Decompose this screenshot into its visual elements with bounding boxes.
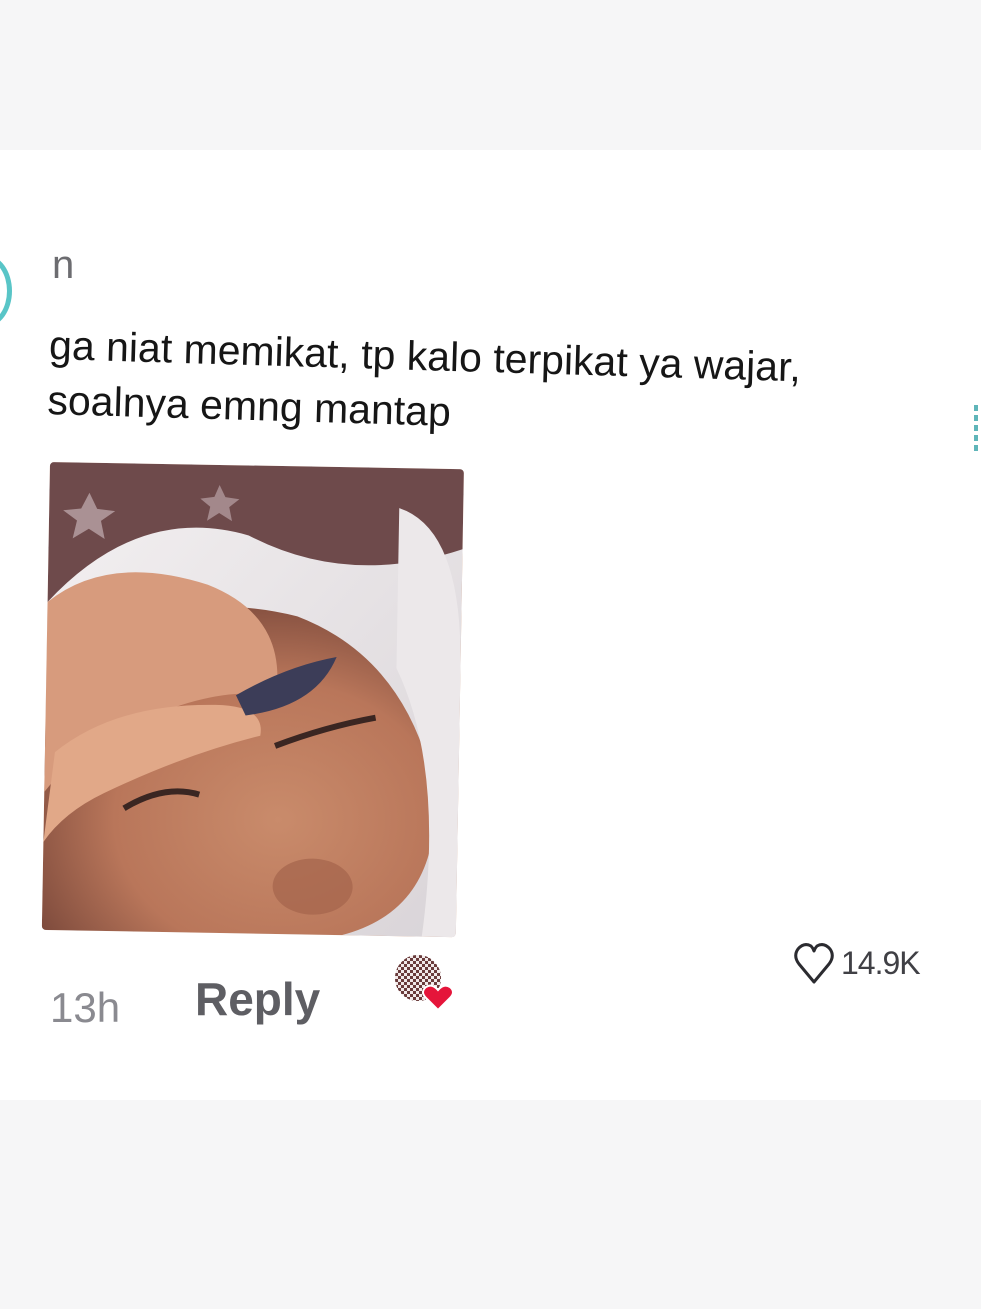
comment-username[interactable]: n [52, 245, 74, 285]
screen: n ga niat memikat, tp kalo terpikat ya w… [0, 0, 981, 1309]
like-count: 14.9K [841, 944, 921, 981]
reply-button[interactable]: Reply [195, 972, 320, 1026]
photo-image [41, 462, 464, 938]
like-control[interactable]: 14.9K [793, 938, 921, 988]
heart-outline-icon[interactable] [793, 940, 835, 986]
edge-decoration [974, 405, 978, 451]
creator-liked-avatar-heart-icon [392, 952, 454, 1014]
comment-photo[interactable] [41, 462, 464, 938]
comment-timestamp: 13h [50, 984, 121, 1031]
